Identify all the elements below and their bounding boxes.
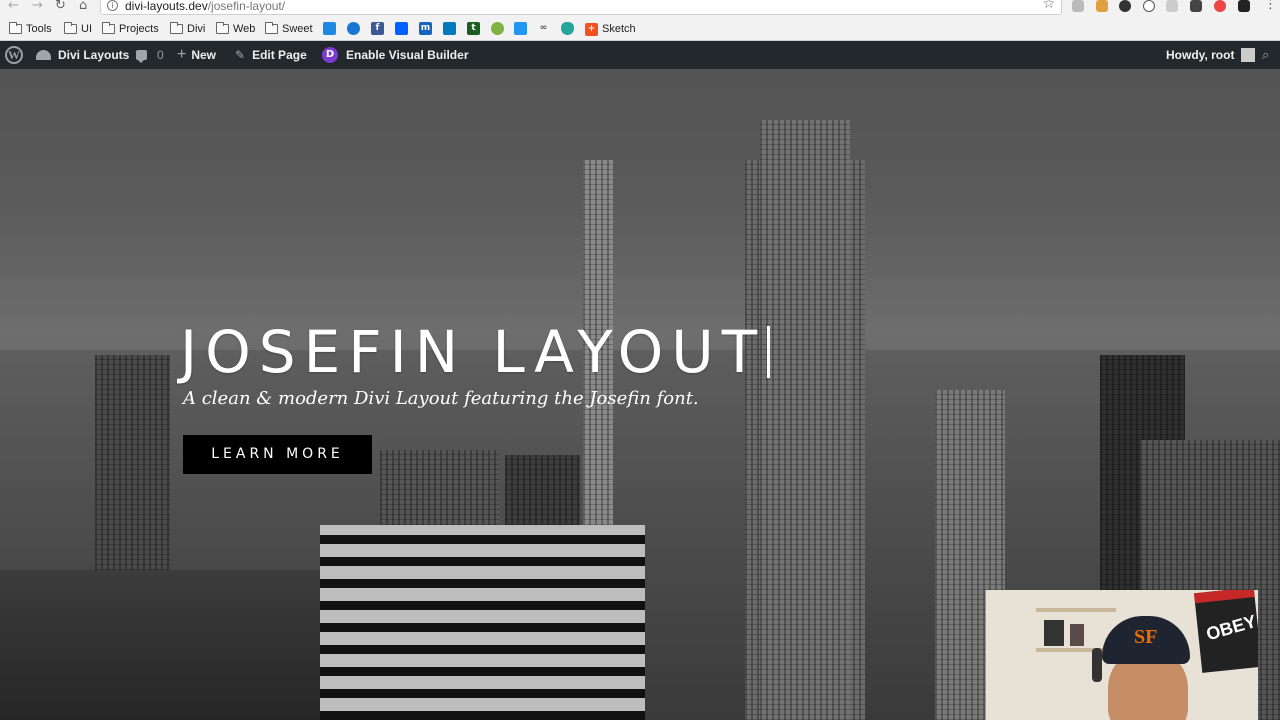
bookmark-label: Web [233,23,256,35]
folder-icon [265,22,278,34]
bookmark-icon[interactable] [323,22,336,35]
browser-menu-icon[interactable]: ⋮ [1264,0,1277,12]
bookmark-icon[interactable]: t [467,22,480,35]
cap-logo: SF [1134,626,1158,648]
url-path: /josefin-layout/ [207,0,286,13]
visual-builder-label: Enable Visual Builder [346,48,469,62]
hero-title-text: JOSEFIN LAYOUT [180,318,766,386]
facebook-icon[interactable]: f [371,22,384,35]
forward-icon[interactable]: → [32,0,43,13]
bookmark-icon[interactable] [491,22,504,35]
bookmark-folder-divi[interactable]: Divi [170,22,205,36]
url-text: divi-layouts.dev/josefin-layout/ [125,0,285,13]
foreground-buildings [0,570,320,720]
site-name: Divi Layouts [58,48,130,62]
eyedropper-extension-icon[interactable] [1072,0,1084,12]
folder-icon [216,22,229,34]
new-label: New [191,48,217,62]
extension-icon[interactable] [1119,0,1131,12]
pocket-extension-icon[interactable] [1190,0,1202,12]
url-host: divi-layouts.dev [125,0,208,13]
comments-menu[interactable]: 0 [136,41,164,69]
search-icon: ⌕ [1262,47,1270,63]
site-name-menu[interactable]: Divi Layouts [36,41,129,69]
hero-title: JOSEFIN LAYOUT [180,318,771,386]
headphones [1092,648,1102,682]
webcam-overlay: OBEY SF [985,590,1258,720]
bookmark-icon[interactable] [514,22,527,35]
bookmark-star-icon[interactable]: ☆ [1042,0,1055,12]
back-icon[interactable]: ← [8,0,19,13]
plus-icon: + [177,46,187,63]
admin-search[interactable]: ⌕ [1262,41,1269,69]
poster-text: OBEY [1203,611,1258,645]
learn-more-button[interactable]: LEARN MORE [183,435,372,474]
edit-label: Edit Page [252,48,307,62]
folder-icon [102,22,115,34]
bookmark-label: Divi [187,23,206,35]
shield-icon[interactable] [561,22,574,35]
address-bar[interactable]: i divi-layouts.dev/josefin-layout/ ☆ [100,0,1062,15]
enable-visual-builder-link[interactable]: D Enable Visual Builder [322,41,468,69]
divi-icon: D [322,47,338,63]
shelf-object [1070,624,1084,646]
folder-icon [9,22,22,34]
trello-icon[interactable] [443,22,456,35]
bookmark-icon[interactable]: m [419,22,432,35]
bookmark-folder-sweet[interactable]: Sweet [265,22,313,36]
presenter: SF [1092,610,1206,720]
bookmark-label: UI [81,23,92,35]
edit-page-link[interactable]: ✎ Edit Page [235,41,307,69]
bookmarks-bar: Tools UI Projects Divi Web Sweet f m t ∞… [0,16,1280,41]
extension-icon[interactable] [1214,0,1226,12]
comment-icon [136,50,147,63]
folder-icon [170,22,183,34]
pencil-icon: ✎ [235,48,246,62]
extension-icon[interactable] [1238,0,1250,12]
bookmark-label: Sweet [282,23,313,35]
hero-subtitle: A clean & modern Divi Layout featuring t… [183,388,699,409]
bookmark-folder-tools[interactable]: Tools [9,22,52,36]
new-content-menu[interactable]: + New [177,41,216,69]
howdy-label: Howdy, root [1166,48,1235,62]
bookmark-folder-ui[interactable]: UI [64,22,92,36]
extension-icon[interactable] [1143,0,1155,12]
dropbox-icon[interactable] [395,22,408,35]
bookmark-sketch[interactable]: + Sketch [585,22,636,36]
avatar [1241,48,1256,62]
bookmark-label: Tools [26,23,52,35]
link-icon[interactable]: ∞ [537,22,550,35]
wp-logo-menu[interactable]: W [5,41,23,69]
wp-admin-bar: W Divi Layouts 0 + New ✎ Edit Page D Enable… [0,41,1280,69]
bookmark-icon[interactable] [347,22,360,35]
site-info-icon[interactable]: i [107,0,118,11]
dashboard-icon [36,50,51,60]
bookmark-folder-projects[interactable]: Projects [102,22,159,36]
home-icon[interactable]: ⌂ [79,0,87,13]
folder-icon [64,22,77,34]
empire-state-tower [760,120,850,720]
wordpress-icon: W [5,46,23,64]
sketch-icon: + [585,22,598,36]
shelf-object [1044,620,1064,646]
baseball-cap: SF [1102,616,1190,664]
account-menu[interactable]: Howdy, root [1166,41,1256,69]
bookmark-label: Sketch [602,23,636,35]
comments-count: 0 [157,48,164,62]
bookmark-label: Projects [119,23,159,35]
extension-icon[interactable] [1166,0,1178,12]
extension-icon[interactable] [1096,0,1108,12]
text-cursor [767,326,771,378]
foreground-building [320,525,645,720]
browser-toolbar: ← → ↻ ⌂ i divi-layouts.dev/josefin-layou… [0,0,1280,16]
bookmark-folder-web[interactable]: Web [216,22,255,36]
reload-icon[interactable]: ↻ [55,0,66,13]
